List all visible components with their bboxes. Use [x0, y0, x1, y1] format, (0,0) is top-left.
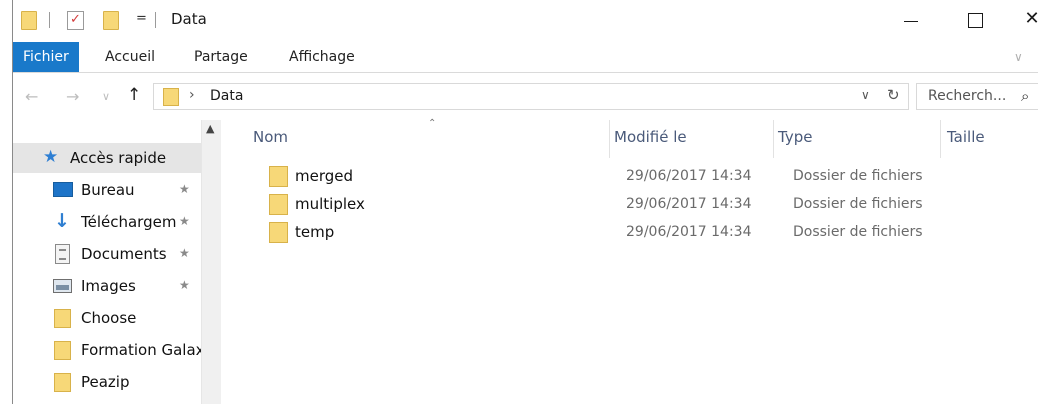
sidebar-item-images[interactable]: Images ★ — [13, 271, 201, 301]
sidebar-item-telechargements[interactable]: ↓ Téléchargem… ★ — [13, 207, 201, 237]
sidebar-item-label: Documents — [81, 245, 167, 263]
tab-partage[interactable]: Partage — [184, 42, 258, 72]
folder-icon — [269, 194, 288, 215]
sidebar-item-label: Accès rapide — [70, 149, 167, 167]
column-header-type[interactable]: Type — [778, 128, 812, 146]
recent-locations-icon[interactable]: ∨ — [102, 90, 110, 103]
breadcrumb-chevron-icon[interactable]: › — [189, 87, 195, 103]
new-folder-icon[interactable] — [103, 11, 119, 30]
title-bar: ✓ = Data ✕ — [13, 0, 1038, 42]
sidebar-item-choose[interactable]: Choose — [13, 303, 201, 333]
star-icon: ★ — [43, 147, 59, 167]
tab-affichage[interactable]: Affichage — [279, 42, 365, 72]
window-title: Data — [171, 10, 207, 28]
sidebar-scrollbar[interactable]: ▲ — [201, 120, 221, 404]
address-dropdown-icon[interactable]: ∨ — [861, 88, 870, 102]
sidebar-item-label: Formation Galax — [81, 341, 201, 359]
file-modified: 29/06/2017 14:34 — [626, 168, 752, 184]
folder-icon — [54, 341, 71, 360]
expand-ribbon-icon[interactable]: ∨ — [1014, 50, 1023, 64]
column-divider[interactable] — [940, 120, 941, 158]
sidebar-item-label: Images — [81, 277, 136, 295]
download-icon: ↓ — [54, 210, 70, 232]
separator — [49, 12, 50, 28]
column-header-modified[interactable]: Modifié le — [614, 128, 687, 146]
file-row[interactable]: merged 29/06/2017 14:34 Dossier de fichi… — [221, 163, 1001, 191]
sidebar-item-formation-galax[interactable]: Formation Galax — [13, 335, 201, 365]
file-name: multiplex — [295, 195, 365, 213]
file-name: merged — [295, 167, 354, 185]
column-divider[interactable] — [609, 120, 610, 158]
navigation-bar: ← → ∨ ↑ › Data ∨ ↻ Recherch... ⌕ — [13, 73, 1038, 120]
column-header-name[interactable]: Nom — [253, 128, 288, 146]
sidebar-item-label: Bureau — [81, 181, 135, 199]
images-icon — [53, 279, 72, 293]
folder-icon — [269, 166, 288, 187]
tab-fichier[interactable]: Fichier — [13, 42, 79, 72]
pin-icon[interactable]: ★ — [179, 246, 190, 260]
desktop-icon — [53, 182, 73, 197]
forward-icon[interactable]: → — [66, 87, 79, 106]
file-type: Dossier de fichiers — [793, 196, 923, 212]
file-modified: 29/06/2017 14:34 — [626, 224, 752, 240]
pin-icon[interactable]: ★ — [179, 214, 190, 228]
close-button[interactable]: ✕ — [1017, 4, 1038, 34]
folder-icon — [54, 309, 71, 328]
column-divider[interactable] — [773, 120, 774, 158]
breadcrumb-data[interactable]: Data — [210, 88, 243, 104]
search-input[interactable]: Recherch... — [928, 88, 1006, 104]
tab-accueil[interactable]: Accueil — [95, 42, 165, 72]
sidebar-item-documents[interactable]: Documents ★ — [13, 239, 201, 269]
customize-qat-icon[interactable]: = — [136, 11, 147, 26]
sidebar-item-label: Téléchargem… — [81, 213, 177, 231]
file-row[interactable]: temp 29/06/2017 14:34 Dossier de fichier… — [221, 219, 1001, 247]
sidebar-item-acces-rapide[interactable]: ★ Accès rapide — [13, 143, 201, 173]
navigation-pane: ★ Accès rapide Bureau ★ ↓ Téléchargem… ★… — [13, 120, 221, 404]
up-icon[interactable]: ↑ — [127, 85, 141, 105]
separator — [155, 12, 156, 28]
sort-ascending-icon: ⌃ — [428, 118, 437, 129]
folder-icon — [54, 373, 71, 392]
maximize-button[interactable] — [953, 4, 999, 34]
search-icon[interactable]: ⌕ — [1021, 87, 1029, 105]
folder-icon — [269, 222, 288, 243]
ribbon-tabs: Fichier Accueil Partage Affichage ∨ — [13, 42, 1038, 73]
file-type: Dossier de fichiers — [793, 168, 923, 184]
scroll-up-icon[interactable]: ▲ — [206, 122, 214, 135]
file-row[interactable]: multiplex 29/06/2017 14:34 Dossier de fi… — [221, 191, 1001, 219]
refresh-icon[interactable]: ↻ — [887, 86, 900, 104]
column-header-size[interactable]: Taille — [947, 128, 985, 146]
pin-icon[interactable]: ★ — [179, 182, 190, 196]
file-list: ⌃ Nom Modifié le Type Taille merged 29/0… — [221, 118, 1038, 404]
address-bar[interactable]: › Data ∨ ↻ — [153, 83, 909, 110]
folder-icon — [163, 88, 179, 106]
minimize-button[interactable] — [888, 4, 934, 34]
folder-icon — [21, 11, 37, 30]
sidebar-item-peazip[interactable]: Peazip — [13, 367, 201, 397]
file-modified: 29/06/2017 14:34 — [626, 196, 752, 212]
explorer-window: ✓ = Data ✕ Fichier Accueil Partage Affic… — [12, 0, 1038, 404]
back-icon[interactable]: ← — [25, 87, 38, 106]
search-box[interactable]: Recherch... ⌕ — [916, 83, 1038, 110]
sidebar-item-label: Peazip — [81, 373, 130, 391]
file-name: temp — [295, 223, 335, 241]
documents-icon — [55, 244, 70, 264]
properties-icon[interactable]: ✓ — [67, 11, 84, 30]
file-type: Dossier de fichiers — [793, 224, 923, 240]
sidebar-item-label: Choose — [81, 309, 137, 327]
sidebar-item-bureau[interactable]: Bureau ★ — [13, 175, 201, 205]
pin-icon[interactable]: ★ — [179, 278, 190, 292]
